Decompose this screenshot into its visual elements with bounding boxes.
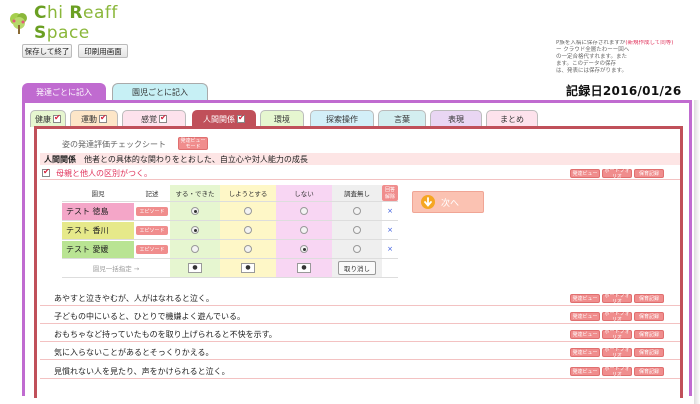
cancel-button[interactable]: 取り消し xyxy=(338,261,376,275)
radio-no[interactable] xyxy=(300,226,308,234)
next-label: 次へ xyxy=(441,198,460,209)
care-record-button[interactable]: 保育記録 xyxy=(634,367,664,376)
col-unknown: 調査無し xyxy=(332,185,382,202)
app-logo: Chi Reaff Space xyxy=(8,3,178,43)
care-record-button[interactable]: 保育記録 xyxy=(634,312,664,321)
tab-by-child[interactable]: 園児ごとに記入 xyxy=(112,83,208,101)
review-mode-button[interactable]: 発達ビュー モード xyxy=(178,137,208,150)
child-name: テスト 徳島 xyxy=(62,202,134,220)
checked-icon xyxy=(159,113,167,123)
bulk-try-button[interactable]: ● xyxy=(241,263,255,273)
portfolio-button[interactable]: ポートフォリオ xyxy=(602,293,632,305)
table-row: テスト 香川 エピソード × xyxy=(62,220,398,240)
radio-no[interactable] xyxy=(300,207,308,215)
radio-unknown[interactable] xyxy=(353,226,361,234)
tree-logo-icon xyxy=(8,11,30,35)
tab-by-development[interactable]: 発達ごとに記入 xyxy=(22,83,106,101)
item-checkbox[interactable] xyxy=(42,167,50,177)
care-record-button[interactable]: 保育記録 xyxy=(634,330,664,339)
radio-try[interactable] xyxy=(244,226,252,234)
tab-exploration[interactable]: 探索操作 xyxy=(310,110,374,127)
radio-can[interactable] xyxy=(191,207,199,215)
section-description: 他者との具体的な関わりをとおした、自立心や対人能力の成長 xyxy=(84,154,308,164)
radio-can[interactable] xyxy=(191,245,199,253)
radio-no[interactable] xyxy=(300,245,308,253)
episode-button[interactable]: エピソード xyxy=(136,244,168,254)
print-screen-button[interactable]: 印刷用画面 xyxy=(78,44,128,58)
child-name: テスト 香川 xyxy=(62,221,134,239)
portfolio-button[interactable]: ポートフォリオ xyxy=(602,347,632,359)
tab-language[interactable]: 言葉 xyxy=(378,110,426,127)
col-try: しようとする xyxy=(220,185,276,202)
tab-senses[interactable]: 感覚 xyxy=(122,110,186,127)
col-no: しない xyxy=(276,185,332,202)
app-title: Chi Reaff Space xyxy=(34,3,118,43)
radio-try[interactable] xyxy=(244,207,252,215)
episode-button[interactable]: エピソード xyxy=(136,225,168,235)
portfolio-button[interactable]: ポートフォリオ xyxy=(602,366,632,378)
frame-shadow xyxy=(694,100,700,404)
episode-button[interactable]: エピソード xyxy=(136,206,168,216)
care-record-button[interactable]: 保育記録 xyxy=(634,294,664,303)
clear-row-icon[interactable]: × xyxy=(387,245,393,253)
table-row: テスト 徳島 エピソード × xyxy=(62,201,398,221)
table-header-row: 園児 記述 する・できた しようとする しない 調査無し 回答解除 xyxy=(62,185,398,202)
section-header: 人間関係 他者との具体的な関わりをとおした、自立心や対人能力の成長 xyxy=(40,153,680,165)
radio-try[interactable] xyxy=(244,245,252,253)
tab-summary[interactable]: まとめ xyxy=(486,110,538,127)
bulk-can-button[interactable]: ● xyxy=(188,263,202,273)
bulk-no-button[interactable]: ● xyxy=(297,263,311,273)
next-button[interactable]: 次へ xyxy=(412,191,484,213)
section-name: 人間関係 xyxy=(44,154,76,164)
tab-expression[interactable]: 表現 xyxy=(430,110,482,127)
portfolio-button[interactable]: ポートフォリオ xyxy=(602,168,632,180)
dev-view-button[interactable]: 発達ビュー xyxy=(570,348,600,357)
clear-answers-button[interactable]: 回答解除 xyxy=(382,185,398,201)
checked-icon xyxy=(237,113,245,123)
radio-can[interactable] xyxy=(191,226,199,234)
radio-unknown[interactable] xyxy=(353,245,361,253)
arrow-down-icon xyxy=(421,195,435,209)
col-child: 園児 xyxy=(62,185,134,202)
record-date: 記録日2016/01/26 xyxy=(566,84,682,98)
bulk-row: 園児一括指定 → ● ● ● 取り消し xyxy=(62,258,398,278)
care-record-button[interactable]: 保育記録 xyxy=(634,169,664,178)
col-record: 記述 xyxy=(134,185,170,202)
portfolio-button[interactable]: ポートフォリオ xyxy=(602,329,632,341)
portfolio-button[interactable]: ポートフォリオ xyxy=(602,311,632,323)
col-clear: 回答解除 xyxy=(382,185,398,202)
table-row: テスト 愛媛 エピソード × xyxy=(62,239,398,259)
clear-row-icon[interactable]: × xyxy=(387,226,393,234)
child-name: テスト 愛媛 xyxy=(62,240,134,258)
care-record-button[interactable]: 保育記録 xyxy=(634,348,664,357)
radio-unknown[interactable] xyxy=(353,207,361,215)
dev-view-button[interactable]: 発達ビュー xyxy=(570,312,600,321)
clear-row-icon[interactable]: × xyxy=(387,207,393,215)
checked-icon xyxy=(53,113,61,123)
dev-view-button[interactable]: 発達ビュー xyxy=(570,330,600,339)
col-can: する・できた xyxy=(170,185,220,202)
tab-movement[interactable]: 運動 xyxy=(70,110,118,127)
dev-view-button[interactable]: 発達ビュー xyxy=(570,294,600,303)
evaluation-table: 園児 記述 する・できた しようとする しない 調査無し 回答解除 テスト 徳島… xyxy=(62,185,398,278)
tab-environment[interactable]: 環境 xyxy=(260,110,304,127)
checked-icon xyxy=(99,113,107,123)
dev-view-button[interactable]: 発達ビュー xyxy=(570,367,600,376)
bulk-label: 園児一括指定 → xyxy=(62,258,170,278)
item-title: 母親と他人の区別がつく。 xyxy=(56,168,152,178)
tab-relationships[interactable]: 人間関係 xyxy=(192,110,256,127)
sheet-title: 姿の発達評価チェックシート xyxy=(62,140,166,149)
notice-text: P族を入稿に保存されますが(新規作成して同等) ー クラウド全層たわーー回へ の… xyxy=(556,40,674,74)
tab-health[interactable]: 健康 xyxy=(30,110,66,127)
dev-view-button[interactable]: 発達ビュー xyxy=(570,169,600,178)
save-exit-button[interactable]: 保存して終了 xyxy=(22,44,72,58)
